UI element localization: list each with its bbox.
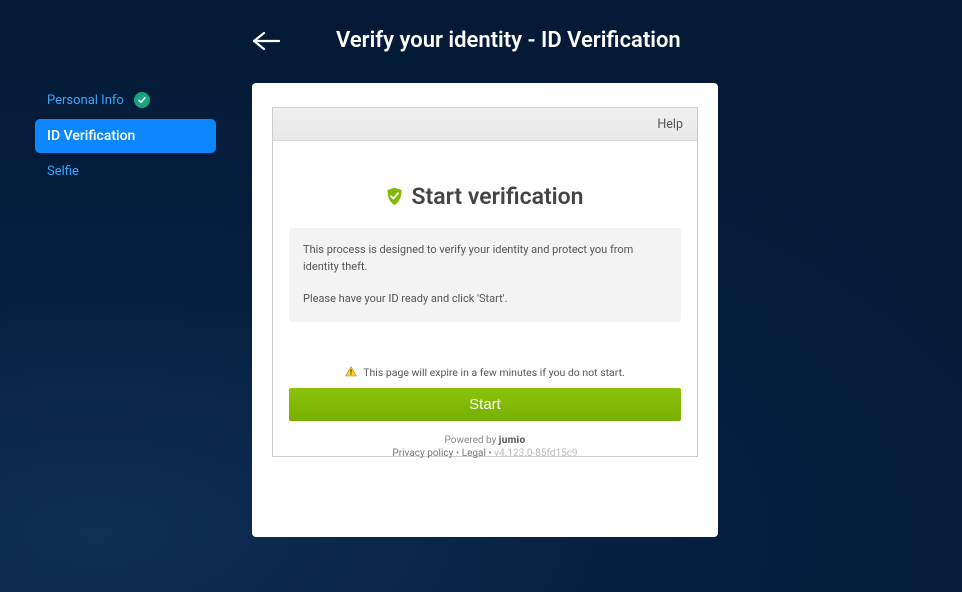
sidebar-item-label: ID Verification [47,128,135,144]
content-panel: Help Start verification This process is … [252,83,718,537]
sidebar: Personal Info ID Verification Selfie [0,83,218,190]
shield-check-icon [386,187,403,206]
info-text-line1: This process is designed to verify your … [303,242,667,275]
info-text-line2: Please have your ID ready and click 'Sta… [303,291,667,308]
legal-row: Privacy policy • Legal • v4.123.0-85fd15… [273,448,697,459]
privacy-policy-link[interactable]: Privacy policy [392,448,453,459]
page-header: Verify your identity - ID Verification [0,0,962,53]
separator: • [486,448,494,459]
page-title: Verify your identity - ID Verification [336,28,681,53]
powered-by-row: Powered by jumio [273,435,697,446]
expire-warning-text: This page will expire in a few minutes i… [363,366,625,379]
sidebar-item-label: Selfie [47,164,79,179]
expire-warning-row: This page will expire in a few minutes i… [273,366,697,380]
check-circle-icon [134,92,150,108]
verification-heading: Start verification [411,183,583,210]
verification-heading-row: Start verification [273,183,697,210]
main-layout: Personal Info ID Verification Selfie Hel… [0,53,962,537]
separator: • [453,448,461,459]
powered-by-prefix: Powered by [445,435,499,446]
back-arrow-icon[interactable] [252,32,280,50]
sidebar-item-id-verification[interactable]: ID Verification [35,119,216,153]
verification-info-box: This process is designed to verify your … [289,228,681,322]
powered-by-brand: jumio [499,435,526,446]
sidebar-item-selfie[interactable]: Selfie [35,155,216,188]
warning-triangle-icon [345,366,357,380]
legal-link[interactable]: Legal [462,448,486,459]
sidebar-item-personal-info[interactable]: Personal Info [35,83,216,117]
frame-topbar: Help [273,108,697,141]
version-text: v4.123.0-85fd15c9 [494,448,577,459]
verification-frame: Help Start verification This process is … [272,107,698,457]
help-link[interactable]: Help [657,117,683,132]
sidebar-item-label: Personal Info [47,93,124,108]
start-button[interactable]: Start [289,388,681,421]
